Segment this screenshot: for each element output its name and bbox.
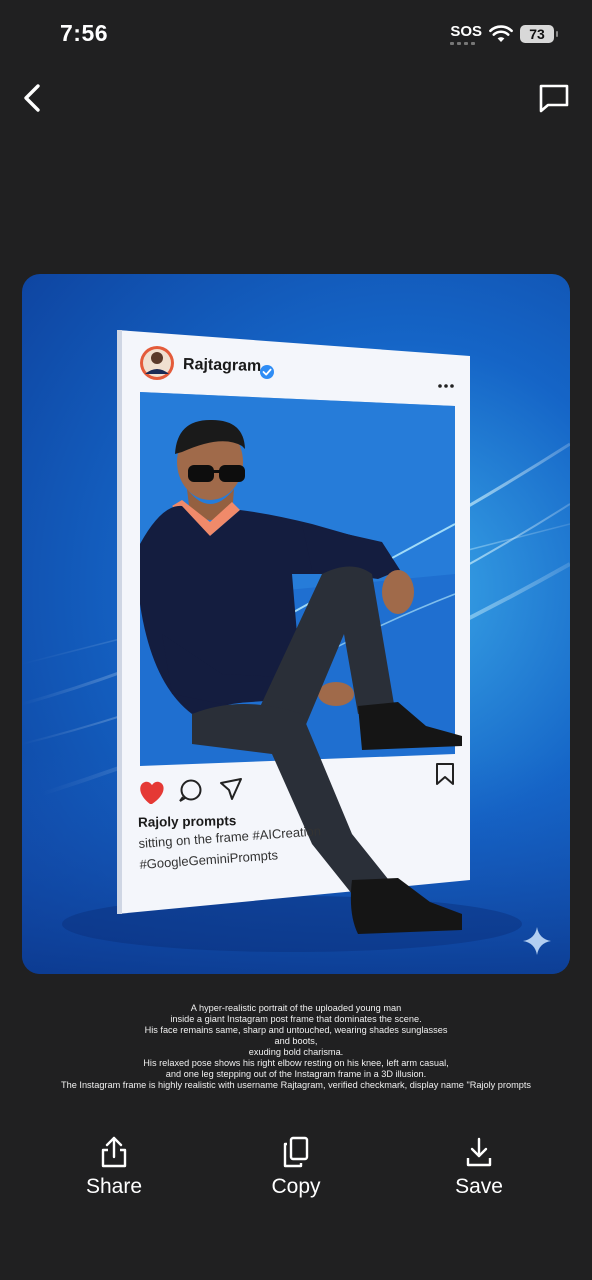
prompt-text: A hyper-realistic portrait of the upload… xyxy=(61,1003,531,1090)
action-bar: Share Copy Save xyxy=(0,1135,592,1215)
sos-text: SOS xyxy=(450,22,482,40)
battery-percent: 73 xyxy=(529,26,545,42)
battery-icon: 73 xyxy=(520,25,558,43)
comment-icon[interactable] xyxy=(536,80,572,116)
wifi-icon xyxy=(489,25,513,42)
sos-indicator: SOS xyxy=(450,22,482,45)
status-bar: 7:56 SOS 73 xyxy=(0,0,592,70)
status-indicators: SOS 73 xyxy=(450,22,558,46)
generated-image[interactable]: Rajtagram Rajoly prompts sitting on the … xyxy=(22,274,570,974)
sparkle-icon xyxy=(523,927,551,955)
share-icon xyxy=(101,1136,127,1168)
download-icon xyxy=(466,1137,492,1167)
post-username: Rajtagram xyxy=(182,355,262,376)
image-artwork xyxy=(22,330,570,974)
status-time: 7:56 xyxy=(60,20,109,46)
copy-button[interactable]: Copy xyxy=(236,1135,356,1199)
copy-icon xyxy=(283,1136,309,1168)
save-label: Save xyxy=(455,1175,503,1198)
post-display-name: Rajoly prompts xyxy=(137,813,237,830)
back-chevron-left-icon[interactable] xyxy=(16,80,52,116)
share-label: Share xyxy=(85,1175,143,1198)
copy-label: Copy xyxy=(271,1175,321,1198)
signal-dots-icon xyxy=(450,41,482,45)
save-button[interactable]: Save xyxy=(419,1135,539,1199)
share-button[interactable]: Share xyxy=(54,1135,174,1199)
